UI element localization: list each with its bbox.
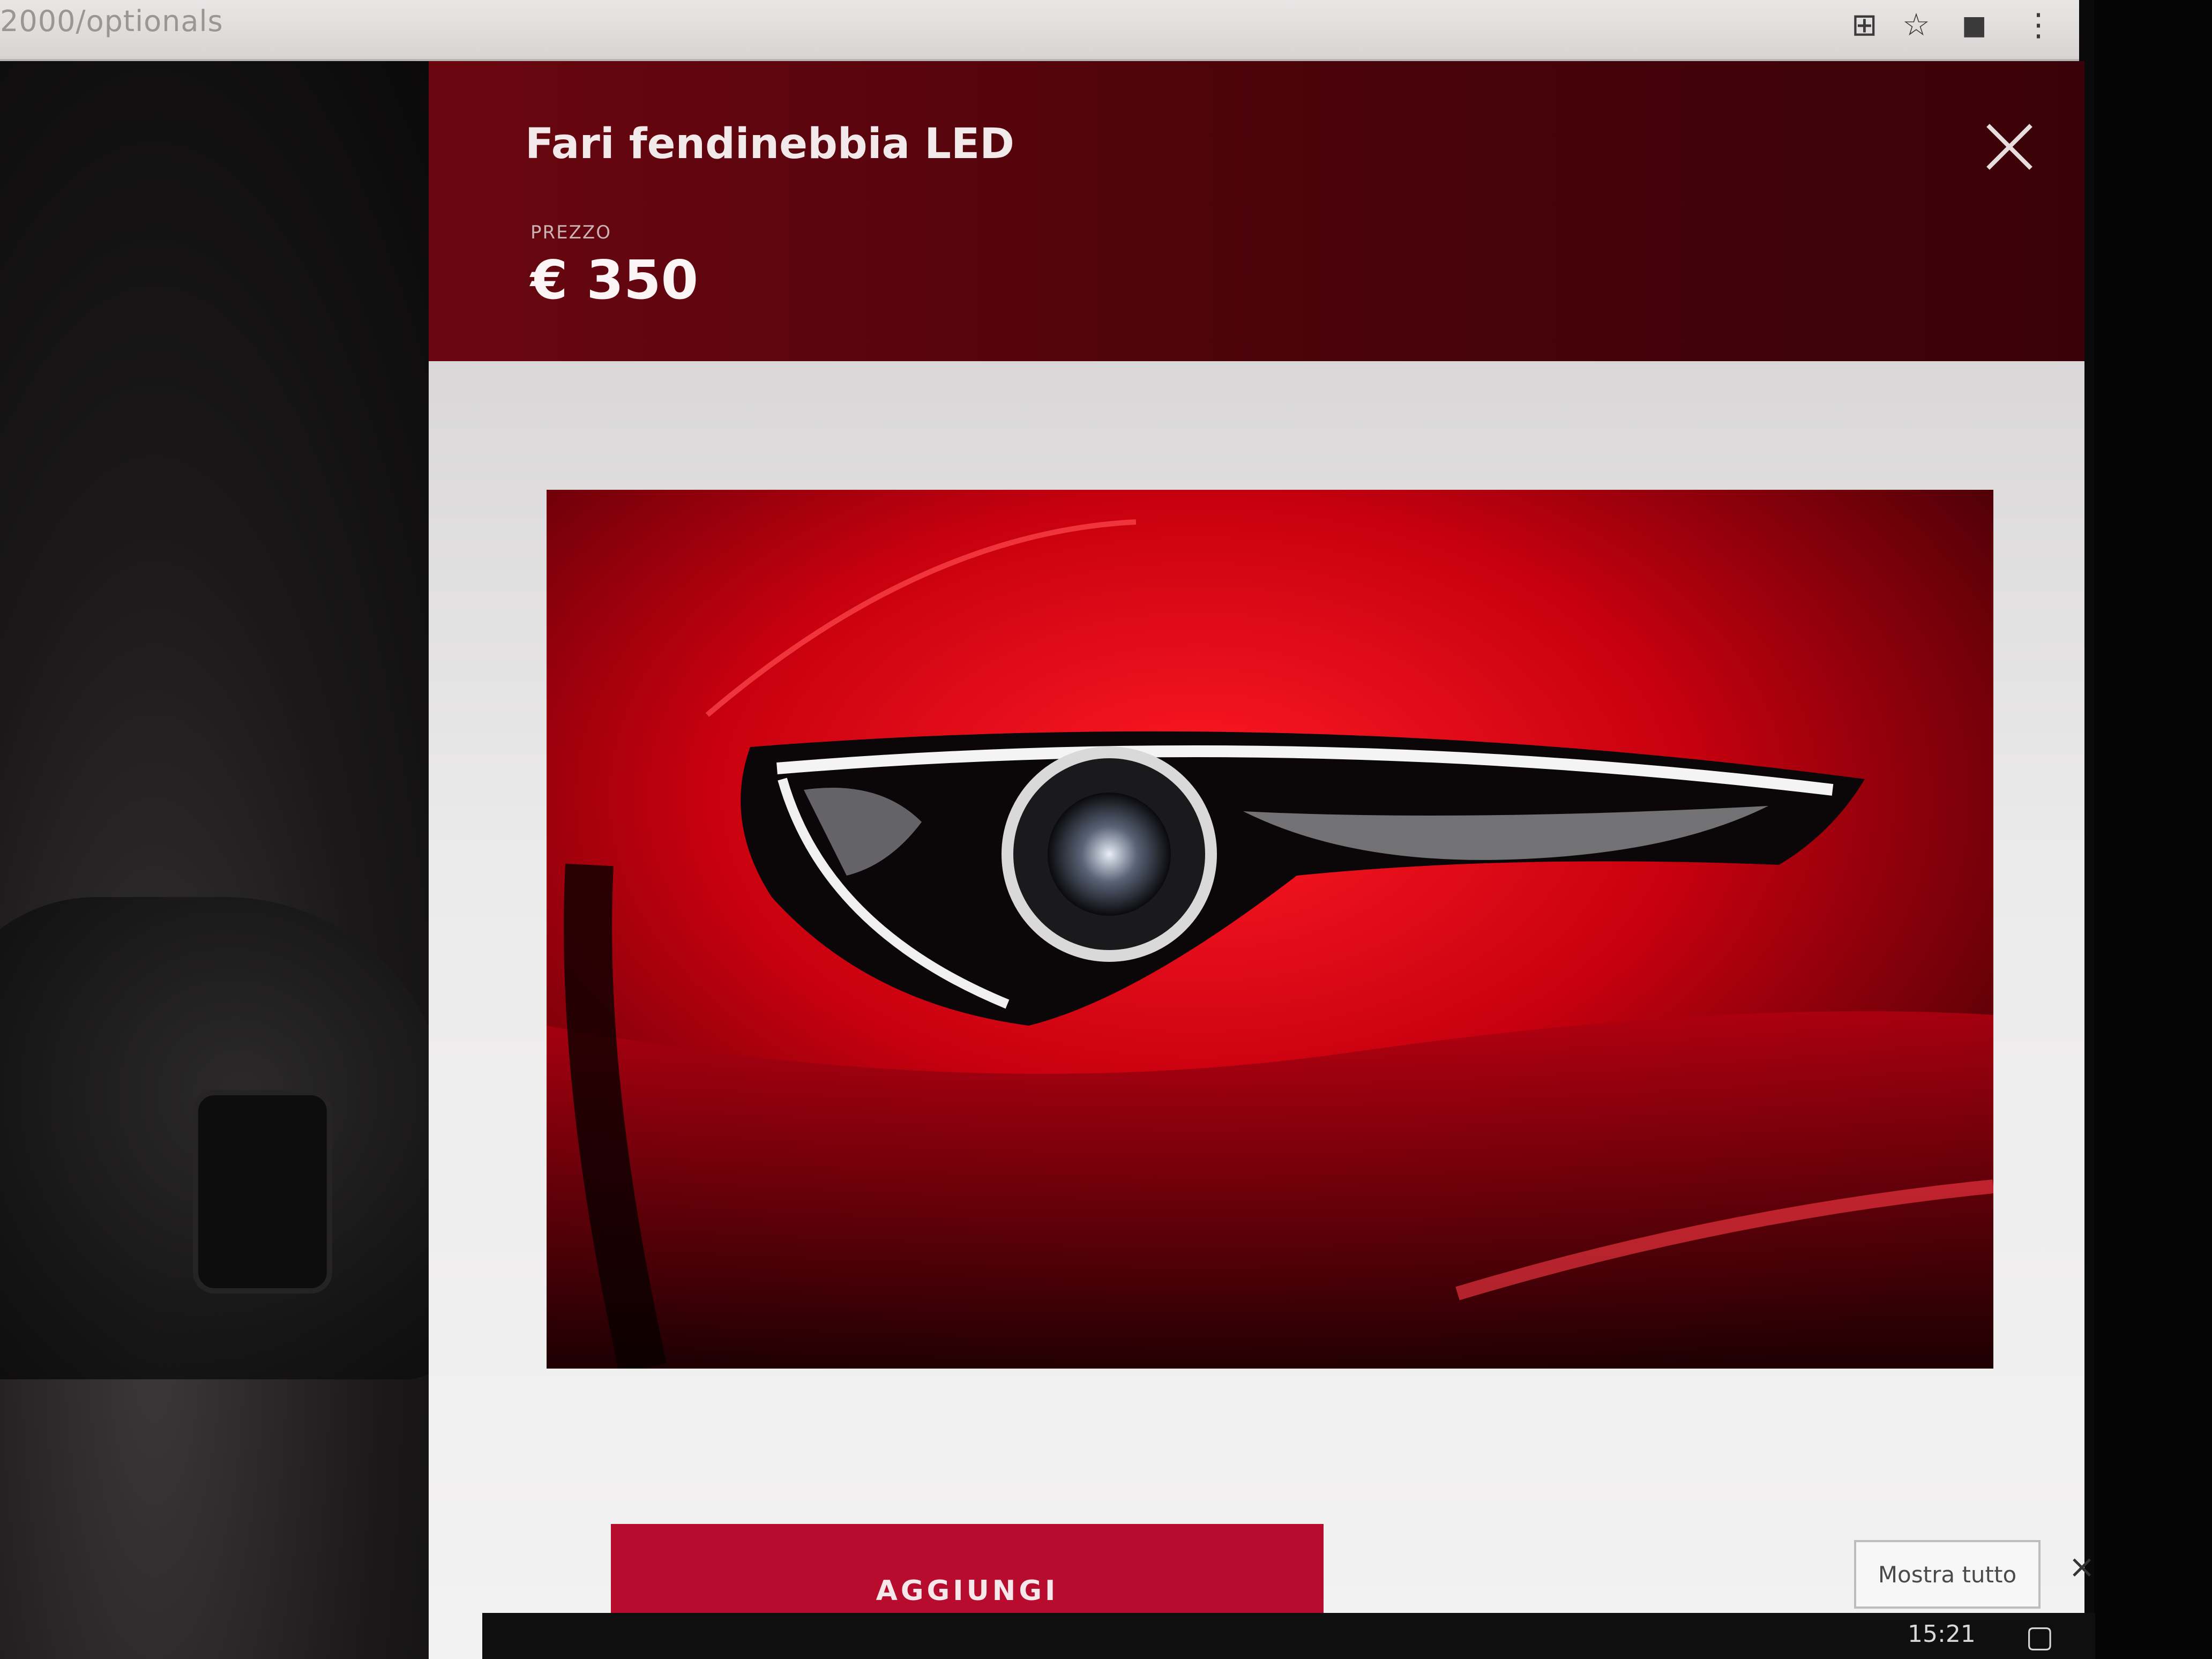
translate-icon[interactable]: ⊞ <box>1851 6 1878 43</box>
monitor-bezel <box>2094 0 2212 1659</box>
notification-icon[interactable]: ▢ <box>2026 1619 2058 1654</box>
taskbar-clock: 15:21 <box>1908 1620 1976 1648</box>
modal-header: Fari fendinebbia LED PREZZO € 350 <box>429 61 2084 361</box>
star-icon[interactable]: ☆ <box>1902 6 1930 43</box>
close-button[interactable] <box>1977 115 2042 179</box>
optional-detail-modal: Fari fendinebbia LED PREZZO € 350 AGGIUN… <box>429 61 2095 1659</box>
banner-close-icon[interactable]: × <box>2068 1548 2095 1586</box>
headlight-photo <box>547 490 1993 1369</box>
close-icon[interactable] <box>1977 115 2042 179</box>
headlight-image <box>547 490 1993 1369</box>
browser-toolbar: 2000/optionals ⊞ ☆ ◼ ⋮ <box>0 0 2079 61</box>
show-all-button[interactable]: Mostra tutto <box>1854 1540 2041 1609</box>
price-value: € 350 <box>530 249 699 311</box>
modal-body: AGGIUNGI Mostra tutto × <box>429 361 2095 1659</box>
address-bar[interactable]: 2000/optionals <box>0 4 223 38</box>
menu-icon[interactable]: ⋮ <box>2023 6 2054 43</box>
price-label: PREZZO <box>530 222 611 243</box>
car-grille <box>193 1090 332 1294</box>
profile-icon[interactable]: ◼ <box>1961 6 1987 43</box>
modal-title: Fari fendinebbia LED <box>525 120 1014 168</box>
taskbar: 15:21 ▢ <box>482 1613 2095 1659</box>
